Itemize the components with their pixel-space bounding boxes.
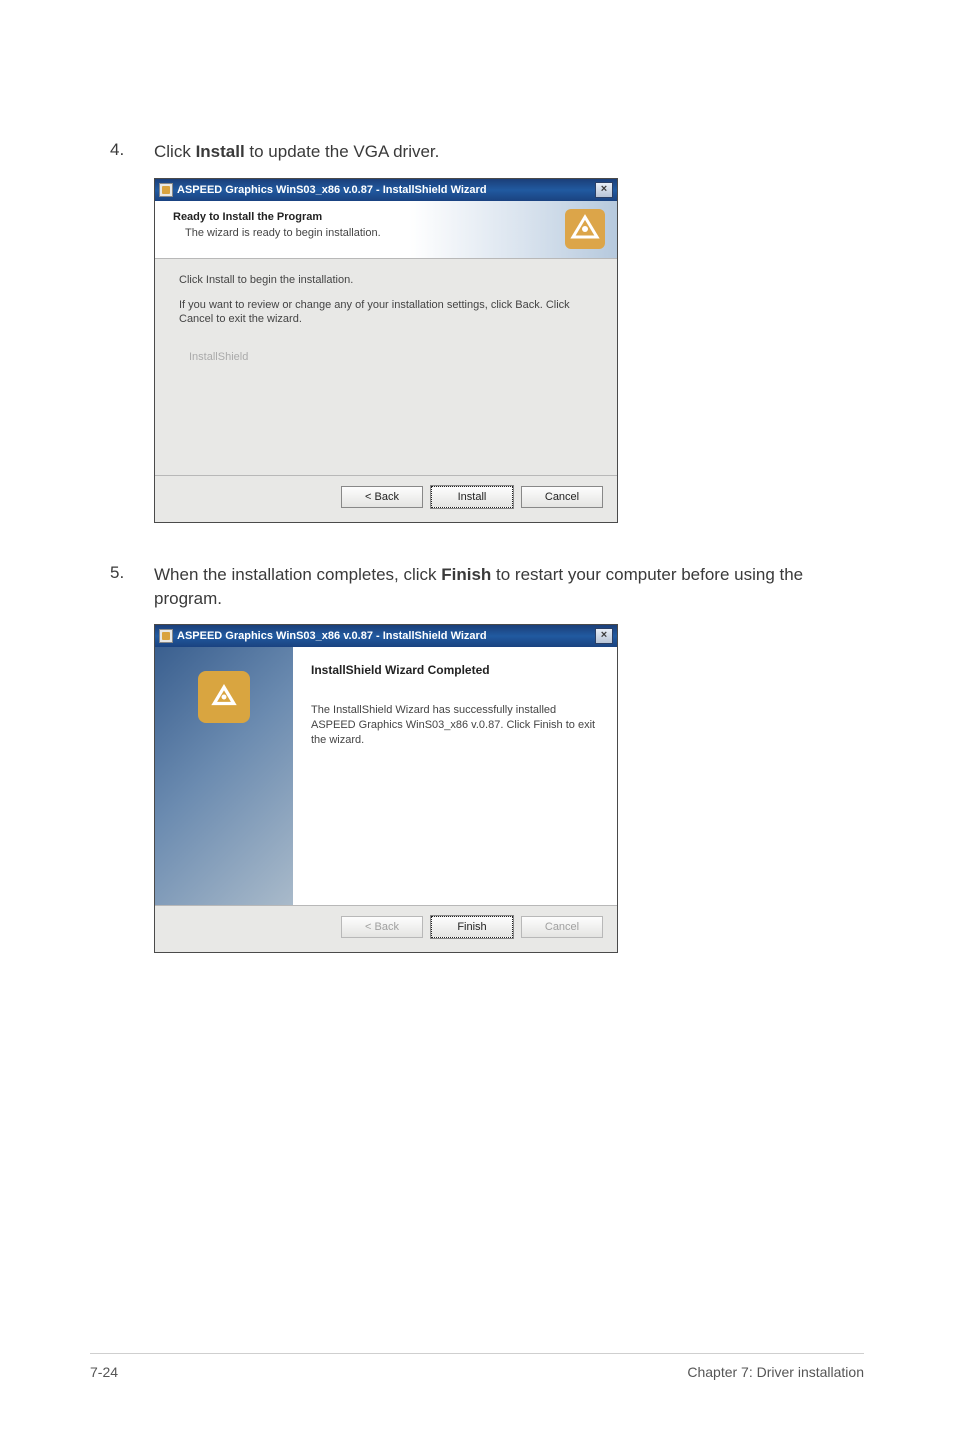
installshield-label: InstallShield bbox=[179, 351, 593, 363]
install-button[interactable]: Install bbox=[431, 486, 513, 508]
dialog-header: Ready to Install the Program The wizard … bbox=[155, 201, 617, 259]
dialog-footer: < Back Install Cancel bbox=[155, 475, 617, 522]
page-footer: 7-24 Chapter 7: Driver installation bbox=[90, 1353, 864, 1380]
dialog-header-subtitle: The wizard is ready to begin installatio… bbox=[173, 227, 603, 239]
installer-logo-icon bbox=[563, 207, 607, 251]
text-fragment: to update the VGA driver. bbox=[245, 142, 440, 161]
text-bold: Install bbox=[196, 142, 245, 161]
dialog-body: Click Install to begin the installation.… bbox=[155, 259, 617, 475]
back-button[interactable]: < Back bbox=[341, 486, 423, 508]
dialog-complete-text: The InstallShield Wizard has successfull… bbox=[311, 703, 599, 748]
titlebar: ASPEED Graphics WinS03_x86 v.0.87 - Inst… bbox=[155, 625, 617, 647]
dialog-body-line: If you want to review or change any of y… bbox=[179, 298, 593, 328]
step-number: 5. bbox=[110, 563, 154, 583]
window-title: ASPEED Graphics WinS03_x86 v.0.87 - Inst… bbox=[177, 184, 595, 196]
window-title: ASPEED Graphics WinS03_x86 v.0.87 - Inst… bbox=[177, 630, 595, 642]
finish-button[interactable]: Finish bbox=[431, 916, 513, 938]
step-number: 4. bbox=[110, 140, 154, 160]
text-fragment: When the installation completes, click bbox=[154, 565, 441, 584]
installer-logo-icon bbox=[198, 671, 250, 723]
text-fragment: Click bbox=[154, 142, 196, 161]
dialog-body: InstallShield Wizard Completed The Insta… bbox=[155, 647, 617, 905]
installer-icon bbox=[159, 629, 173, 643]
installer-icon bbox=[159, 183, 173, 197]
page-number: 7-24 bbox=[90, 1364, 118, 1380]
step-4: 4. Click Install to update the VGA drive… bbox=[110, 140, 954, 164]
close-icon[interactable]: × bbox=[595, 182, 613, 198]
install-ready-dialog: ASPEED Graphics WinS03_x86 v.0.87 - Inst… bbox=[154, 178, 618, 523]
step-text: Click Install to update the VGA driver. bbox=[154, 140, 439, 164]
dialog-left-panel bbox=[155, 647, 293, 905]
dialog-complete-title: InstallShield Wizard Completed bbox=[311, 663, 599, 677]
text-bold: Finish bbox=[441, 565, 491, 584]
cancel-button[interactable]: Cancel bbox=[521, 486, 603, 508]
install-complete-dialog: ASPEED Graphics WinS03_x86 v.0.87 - Inst… bbox=[154, 624, 618, 953]
chapter-title: Chapter 7: Driver installation bbox=[687, 1364, 864, 1380]
dialog-right-panel: InstallShield Wizard Completed The Insta… bbox=[293, 647, 617, 905]
step-text: When the installation completes, click F… bbox=[154, 563, 854, 611]
back-button: < Back bbox=[341, 916, 423, 938]
close-icon[interactable]: × bbox=[595, 628, 613, 644]
titlebar: ASPEED Graphics WinS03_x86 v.0.87 - Inst… bbox=[155, 179, 617, 201]
dialog-footer: < Back Finish Cancel bbox=[155, 905, 617, 952]
dialog-header-title: Ready to Install the Program bbox=[173, 211, 603, 223]
step-5: 5. When the installation completes, clic… bbox=[110, 563, 954, 611]
cancel-button: Cancel bbox=[521, 916, 603, 938]
dialog-body-line: Click Install to begin the installation. bbox=[179, 273, 593, 288]
